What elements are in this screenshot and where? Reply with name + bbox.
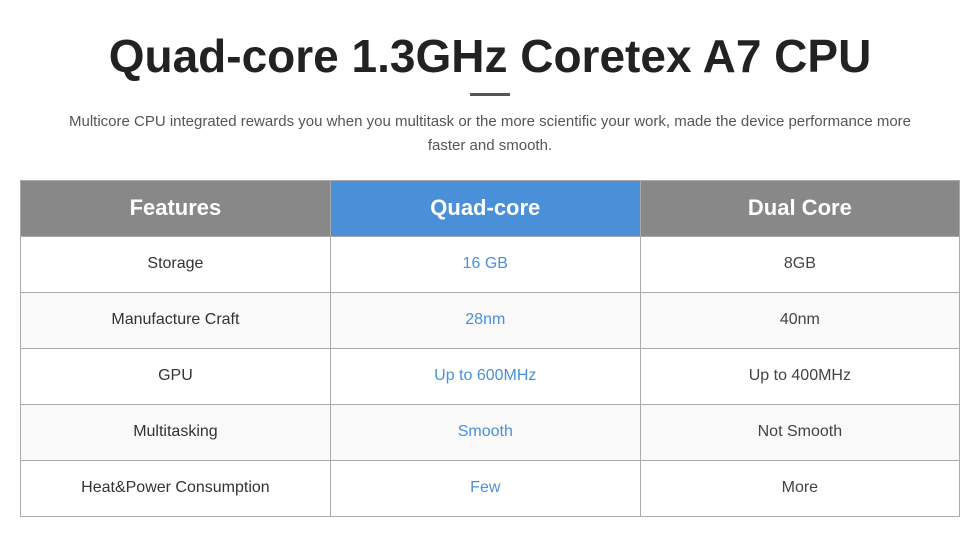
cell-feature: Manufacture Craft [21, 292, 331, 348]
col-header-quadcore: Quad-core [330, 180, 640, 236]
page-subtitle: Multicore CPU integrated rewards you whe… [60, 110, 920, 158]
cell-quadcore: Smooth [330, 404, 640, 460]
cell-dualcore: 8GB [640, 236, 959, 292]
table-row: GPUUp to 600MHzUp to 400MHz [21, 348, 960, 404]
cell-dualcore: 40nm [640, 292, 959, 348]
table-row: Storage16 GB8GB [21, 236, 960, 292]
cell-dualcore: Not Smooth [640, 404, 959, 460]
title-divider [470, 93, 510, 96]
cell-quadcore: 28nm [330, 292, 640, 348]
cell-feature: Heat&Power Consumption [21, 460, 331, 516]
comparison-table: Features Quad-core Dual Core Storage16 G… [20, 180, 960, 517]
table-body: Storage16 GB8GBManufacture Craft28nm40nm… [21, 236, 960, 516]
cell-feature: Storage [21, 236, 331, 292]
table-row: Heat&Power ConsumptionFewMore [21, 460, 960, 516]
cell-feature: Multitasking [21, 404, 331, 460]
cell-quadcore: Few [330, 460, 640, 516]
col-header-features: Features [21, 180, 331, 236]
col-header-dualcore: Dual Core [640, 180, 959, 236]
cell-dualcore: More [640, 460, 959, 516]
cell-quadcore: 16 GB [330, 236, 640, 292]
cell-dualcore: Up to 400MHz [640, 348, 959, 404]
table-header-row: Features Quad-core Dual Core [21, 180, 960, 236]
table-row: Manufacture Craft28nm40nm [21, 292, 960, 348]
cell-feature: GPU [21, 348, 331, 404]
cell-quadcore: Up to 600MHz [330, 348, 640, 404]
table-row: MultitaskingSmoothNot Smooth [21, 404, 960, 460]
page-title: Quad-core 1.3GHz Coretex A7 CPU [109, 30, 872, 83]
